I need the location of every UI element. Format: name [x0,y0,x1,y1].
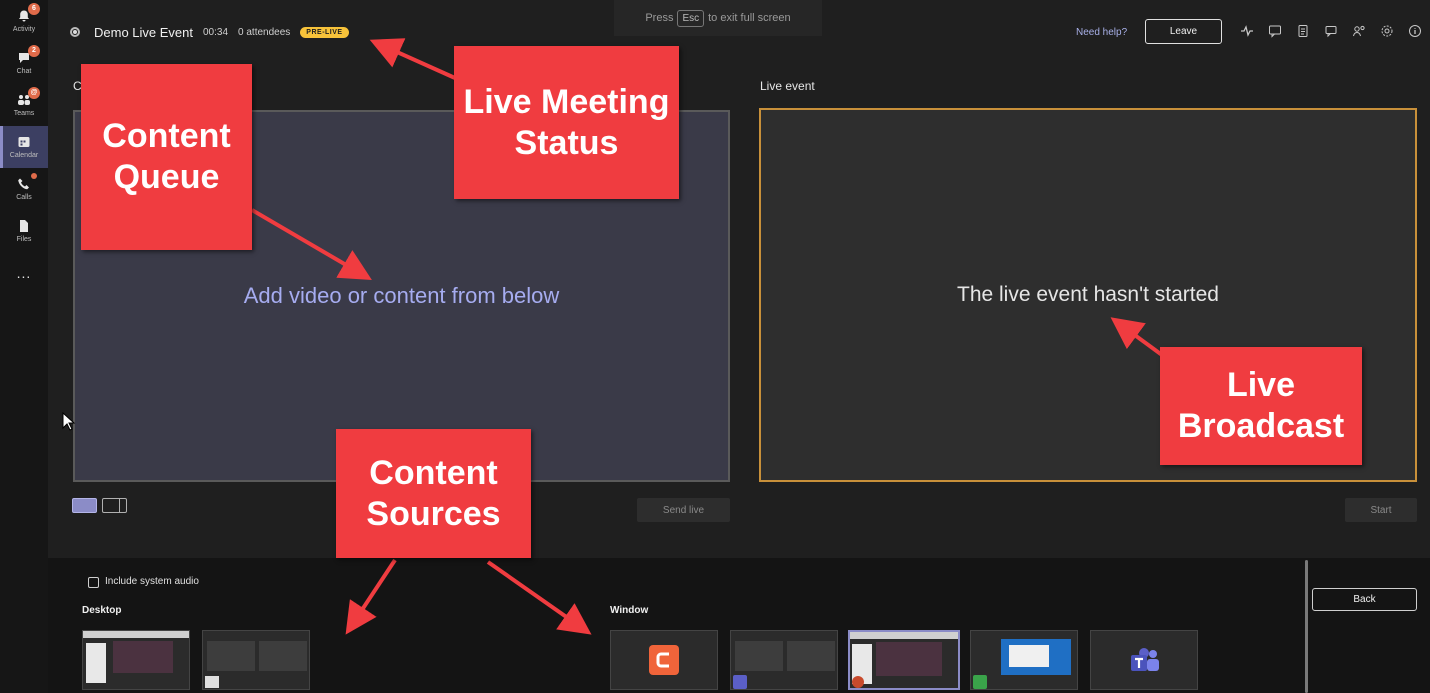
chat-panel-icon[interactable] [1324,24,1338,38]
live-broadcast-callout: Live Broadcast [1160,347,1362,465]
rail-calendar[interactable]: Calendar [0,126,48,168]
tray-scrollbar[interactable] [1305,560,1308,693]
teams-icon: @ [17,87,40,107]
event-status-bar: Demo Live Event 00:34 0 attendees PRE-LI… [70,20,349,44]
window-thumb-camtasia[interactable] [610,630,718,690]
content-sources-callout: Content Sources [336,429,531,558]
fullscreen-hint: Press Esc to exit full screen [614,0,822,36]
send-live-button[interactable]: Send live [637,498,730,522]
teams-logo-icon [1131,648,1159,671]
rail-activity-label: Activity [12,26,36,33]
rail-activity[interactable]: 6 Activity [0,0,48,42]
rail-calendar-label: Calendar [9,152,39,159]
rail-files[interactable]: Files [0,210,48,252]
content-queue-callout: Content Queue [81,64,252,250]
desktop-thumb-1[interactable] [82,630,190,690]
window-thumb-teams-meeting[interactable] [730,630,838,690]
esc-suffix-text: to exit full screen [708,12,791,24]
rail-teams[interactable]: @ Teams [0,84,48,126]
desktop-heading: Desktop [82,605,122,616]
live-message: The live event hasn't started [957,283,1219,306]
activity-badge: 6 [28,3,40,15]
layout-split-button[interactable] [102,498,127,513]
camtasia-icon [649,645,679,675]
calls-dot [31,173,37,179]
event-timer: 00:34 [203,26,229,38]
help-link[interactable]: Need help? [1076,27,1127,38]
chat-icon: 2 [17,45,40,65]
info-icon[interactable] [1408,24,1422,38]
notes-icon[interactable] [1296,24,1310,38]
window-heading: Window [610,605,649,616]
include-audio-label: Include system audio [105,576,199,587]
rail-chat-label: Chat [16,68,32,75]
bell-icon: 6 [17,3,40,23]
rail-chat[interactable]: 2 Chat [0,42,48,84]
esc-press-text: Press [645,12,674,24]
window-thumb-powerpoint[interactable] [848,630,960,690]
settings-icon[interactable] [1380,24,1394,38]
status-arrow [369,38,456,80]
event-title: Demo Live Event [94,24,193,40]
attendee-count: 0 attendees [238,26,291,38]
teams-live-event-window: { "rail": { "items": [ {"label": "Activi… [0,0,1430,693]
esc-key: Esc [677,9,705,27]
status-badge: PRE-LIVE [300,26,349,38]
app-rail: 6 Activity 2 Chat @ Teams Calendar Calls… [0,0,48,693]
live-status-callout: Live Meeting Status [454,46,679,199]
rail-calls-label: Calls [16,194,32,201]
desktop-thumb-2[interactable] [202,630,310,690]
queue-placeholder: Add video or content from below [243,283,560,308]
rail-more[interactable]: ... [0,252,48,294]
calendar-icon [17,135,31,149]
more-icon: ... [16,265,32,281]
rail-teams-label: Teams [13,110,35,117]
back-button[interactable]: Back [1312,588,1417,611]
include-audio-checkbox[interactable] [88,577,99,588]
window-thumb-teams[interactable] [1090,630,1198,690]
phone-icon [17,173,37,191]
rail-calls[interactable]: Calls [0,168,48,210]
live-event-label: Live event [760,79,815,93]
window-thumb-desktop-app[interactable] [970,630,1078,690]
layout-single-button[interactable] [72,498,97,513]
file-icon [17,219,31,233]
record-icon [70,27,80,37]
chat-badge: 2 [28,45,40,57]
start-button[interactable]: Start [1345,498,1417,522]
health-icon[interactable] [1240,24,1254,38]
mouse-cursor-icon [62,412,76,431]
leave-button[interactable]: Leave [1145,19,1222,44]
qna-icon[interactable] [1268,24,1282,38]
people-icon[interactable] [1352,24,1366,38]
teams-badge: @ [28,87,40,99]
rail-files-label: Files [16,236,32,243]
